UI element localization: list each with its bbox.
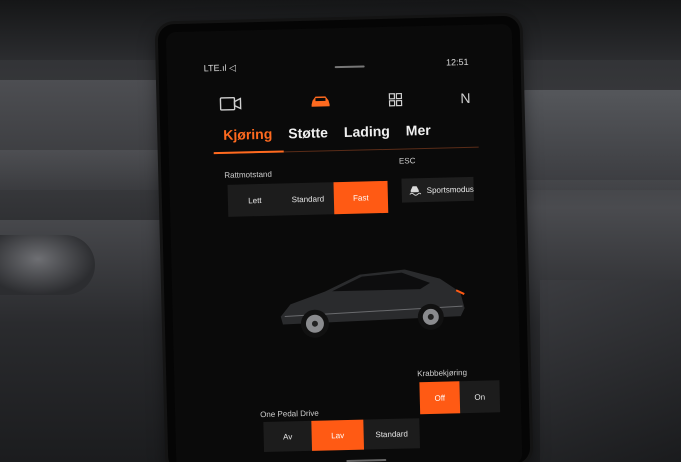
- car-interior-photo: LTE.ıl ◁ 12:51 N Kjøring Støtte Lading M…: [0, 0, 681, 462]
- steering-option-standard[interactable]: Standard: [282, 182, 335, 215]
- creep-option-on[interactable]: On: [459, 380, 500, 413]
- sport-mode-button[interactable]: Sportsmodus: [401, 176, 474, 203]
- car-image: [269, 250, 471, 350]
- signal-status: LTE.ıl ◁: [203, 62, 237, 74]
- steering-stalk: [0, 235, 95, 295]
- display-screen: LTE.ıl ◁ 12:51 N Kjøring Støtte Lading M…: [165, 23, 523, 462]
- tab-kjoring[interactable]: Kjøring: [223, 126, 273, 149]
- sport-mode-label: Sportsmodus: [426, 184, 474, 195]
- creep-segmented-control: Off On: [419, 380, 501, 415]
- one-pedal-option-lav[interactable]: Lav: [311, 419, 365, 451]
- creep-label: Krabbekjøring: [417, 368, 468, 379]
- esc-off-icon: [408, 183, 422, 197]
- one-pedal-option-av[interactable]: Av: [263, 421, 312, 452]
- steering-label: Rattmotstand: [224, 169, 272, 180]
- creep-option-off[interactable]: Off: [419, 381, 461, 415]
- steering-option-lett[interactable]: Lett: [228, 184, 283, 217]
- one-pedal-segmented-control: Av Lav Standard: [263, 418, 421, 453]
- center-console: [540, 280, 680, 462]
- clock: 12:51: [445, 56, 469, 68]
- steering-segmented-control: Lett Standard Fast: [227, 180, 389, 217]
- dashboard-right-panel: [520, 90, 681, 180]
- top-icon-row: N: [167, 84, 514, 120]
- one-pedal-label: One Pedal Drive: [260, 408, 319, 420]
- compass-north-icon[interactable]: N: [452, 85, 479, 112]
- infotainment-display: LTE.ıl ◁ 12:51 N Kjøring Støtte Lading M…: [157, 15, 531, 462]
- camera-icon[interactable]: [217, 90, 244, 117]
- car-icon[interactable]: [307, 88, 334, 115]
- tab-mer[interactable]: Mer: [406, 122, 431, 145]
- tab-bar: Kjøring Støtte Lading Mer: [223, 122, 431, 149]
- tab-stotte[interactable]: Støtte: [288, 124, 328, 147]
- one-pedal-option-standard[interactable]: Standard: [363, 418, 420, 449]
- esc-label: ESC: [398, 156, 416, 166]
- tab-lading[interactable]: Lading: [344, 123, 390, 146]
- grid-icon[interactable]: [382, 86, 409, 113]
- steering-option-fast[interactable]: Fast: [333, 180, 389, 215]
